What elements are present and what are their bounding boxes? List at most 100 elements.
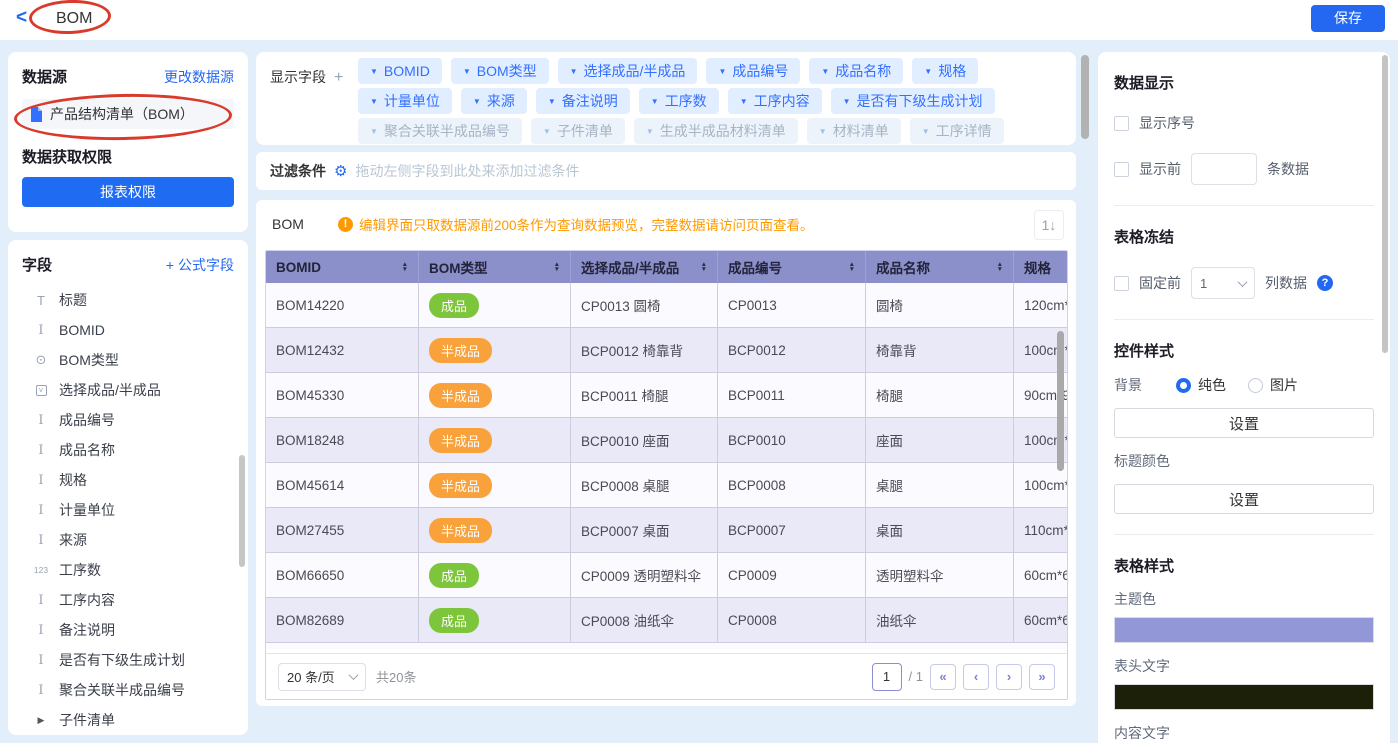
table-row[interactable]: BOM45614半成品BCP0008 桌腿BCP0008桌腿100cm* [266,463,1067,508]
field-item-来源[interactable]: I来源 [22,525,234,555]
settings-scrollbar[interactable] [1382,55,1388,353]
table-style-title: 表格样式 [1114,555,1374,576]
text-field-icon: I [32,443,50,458]
filter-bar[interactable]: 过滤条件 ⚙ 拖动左侧字段到此处来添加过滤条件 [256,152,1076,190]
field-chip-工序内容[interactable]: ▼ 工序内容 [728,88,822,114]
table-vertical-scrollbar[interactable] [1057,331,1064,471]
field-chip-生成半成品材料清单: ▼生成半成品材料清单 [634,118,798,144]
field-item-成品名称[interactable]: I成品名称 [22,435,234,465]
chevron-down-icon: ▼ [646,127,654,136]
cell-spec: 120cm* [1014,283,1067,327]
field-item-工序数[interactable]: 123工序数 [22,555,234,585]
table-row[interactable]: BOM14220成品CP0013 圆椅CP0013圆椅120cm* [266,283,1067,328]
sort-arrows-icon[interactable]: ▲▼ [554,262,560,272]
field-item-BOM类型[interactable]: ⊙BOM类型 [22,345,234,375]
title-color-set-button[interactable]: 设置 [1114,484,1374,514]
field-item-选择成品/半成品[interactable]: ˅选择成品/半成品 [22,375,234,405]
solid-color-radio[interactable] [1176,378,1191,393]
field-item-规格[interactable]: I规格 [22,465,234,495]
freeze-checkbox[interactable] [1114,276,1129,291]
fields-scrollbar[interactable] [239,455,245,567]
last-page-button[interactable]: » [1029,664,1055,690]
sort-arrows-icon[interactable]: ▲▼ [997,262,1003,272]
table-row[interactable]: BOM66650成品CP0009 透明塑料伞CP0009透明塑料伞60cm*6 [266,553,1067,598]
field-item-标题[interactable]: T标题 [22,285,234,315]
field-chip-工序数[interactable]: ▼工序数 [639,88,719,114]
field-item-聚合关联半成品编号[interactable]: I聚合关联半成品编号 [22,675,234,705]
change-datasource-link[interactable]: 更改数据源 [164,67,234,87]
next-page-button[interactable]: › [996,664,1022,690]
sort-arrows-icon[interactable]: ▲▼ [402,262,408,272]
table-row[interactable]: BOM18248半成品BCP0010 座面BCP0010座面100cm* [266,418,1067,463]
field-chip-选择成品/半成品[interactable]: ▼选择成品/半成品 [558,58,698,84]
current-page-input[interactable]: 1 [872,663,902,691]
image-radio[interactable] [1248,378,1263,393]
theme-color-label: 主题色 [1114,589,1374,609]
chip-label: 成品名称 [835,61,891,81]
first-page-button[interactable]: « [930,664,956,690]
cell-select: CP0008 油纸伞 [571,598,718,642]
back-icon[interactable]: < [16,7,27,29]
chip-label: 工序内容 [754,91,810,111]
chevron-down-icon: ▼ [740,97,748,106]
cell-code: CP0008 [718,598,866,642]
field-item-成品编号[interactable]: I成品编号 [22,405,234,435]
field-chip-成品名称[interactable]: ▼成品名称 [809,58,903,84]
show-index-checkbox[interactable] [1114,116,1129,131]
field-chip-BOMID[interactable]: ▼BOMID [358,58,442,84]
field-item-子件清单[interactable]: ▶子件清单 [22,705,234,735]
gear-icon[interactable]: ⚙ [334,162,347,180]
text-field-icon: I [32,533,50,548]
field-chip-成品编号[interactable]: ▼成品编号 [706,58,800,84]
table-body: BOM14220成品CP0013 圆椅CP0013圆椅120cm*BOM1243… [266,283,1067,643]
table-row[interactable]: BOM82689成品CP0008 油纸伞CP0008油纸伞60cm*6 [266,598,1067,643]
field-chip-来源[interactable]: ▼来源 [461,88,527,114]
sort-order-icon[interactable]: 1↓ [1034,210,1064,240]
chevron-down-icon [1238,277,1248,287]
page-size-select[interactable]: 20 条/页 [278,663,366,691]
sort-arrows-icon[interactable]: ▲▼ [701,262,707,272]
show-first-checkbox[interactable] [1114,162,1129,177]
freeze-count-select[interactable]: 1 [1191,267,1255,299]
field-item-计量单位[interactable]: I计量单位 [22,495,234,525]
chip-label: 子件清单 [557,121,613,141]
cell-name: 座面 [866,418,1014,462]
field-chip-是否有下级生成计划[interactable]: ▼是否有下级生成计划 [831,88,995,114]
text-field-icon: I [32,593,50,608]
table-row[interactable]: BOM27455半成品BCP0007 桌面BCP0007桌面110cm* [266,508,1067,553]
theme-color-swatch[interactable] [1114,617,1374,643]
save-button[interactable]: 保存 [1311,5,1385,32]
title-color-label: 标题颜色 [1114,451,1374,471]
add-field-icon[interactable]: + [334,69,343,86]
field-item-label: BOMID [59,322,105,338]
field-chip-计量单位[interactable]: ▼计量单位 [358,88,452,114]
field-item-备注说明[interactable]: I备注说明 [22,615,234,645]
table-row[interactable]: BOM45330半成品BCP0011 椅腿BCP0011椅腿90cm*9 [266,373,1067,418]
help-icon[interactable]: ? [1317,275,1333,291]
background-set-button[interactable]: 设置 [1114,408,1374,438]
datasource-title: 数据源 [22,66,67,87]
formula-field-link[interactable]: + 公式字段 [166,255,234,275]
report-permission-button[interactable]: 报表权限 [22,177,234,207]
total-pages: / 1 [909,669,923,684]
field-chip-规格[interactable]: ▼规格 [912,58,978,84]
show-first-count-input[interactable] [1191,153,1257,185]
column-header-label: BOMID [276,260,321,275]
field-item-BOMID[interactable]: IBOMID [22,315,234,345]
cell-name: 油纸伞 [866,598,1014,642]
middle-column-scrollbar[interactable] [1081,55,1089,139]
field-item-是否有下级生成计划[interactable]: I是否有下级生成计划 [22,645,234,675]
field-item-工序内容[interactable]: I工序内容 [22,585,234,615]
sort-arrows-icon[interactable]: ▲▼ [849,262,855,272]
header-text-color-swatch[interactable] [1114,684,1374,710]
table-row[interactable]: BOM12432半成品BCP0012 椅靠背BCP0012椅靠背100cm* [266,328,1067,373]
semi-finished-badge: 半成品 [429,383,492,408]
freeze-prefix: 固定前 [1139,273,1181,293]
datasource-item[interactable]: 产品结构清单（BOM） [22,99,234,129]
field-chip-BOM类型[interactable]: ▼BOM类型 [451,58,549,84]
chip-label: 选择成品/半成品 [584,61,686,81]
column-header-成品名称: 成品名称▲▼ [866,251,1014,283]
field-chip-备注说明[interactable]: ▼备注说明 [536,88,630,114]
prev-page-button[interactable]: ‹ [963,664,989,690]
horizontal-scrollbar[interactable] [268,699,598,700]
